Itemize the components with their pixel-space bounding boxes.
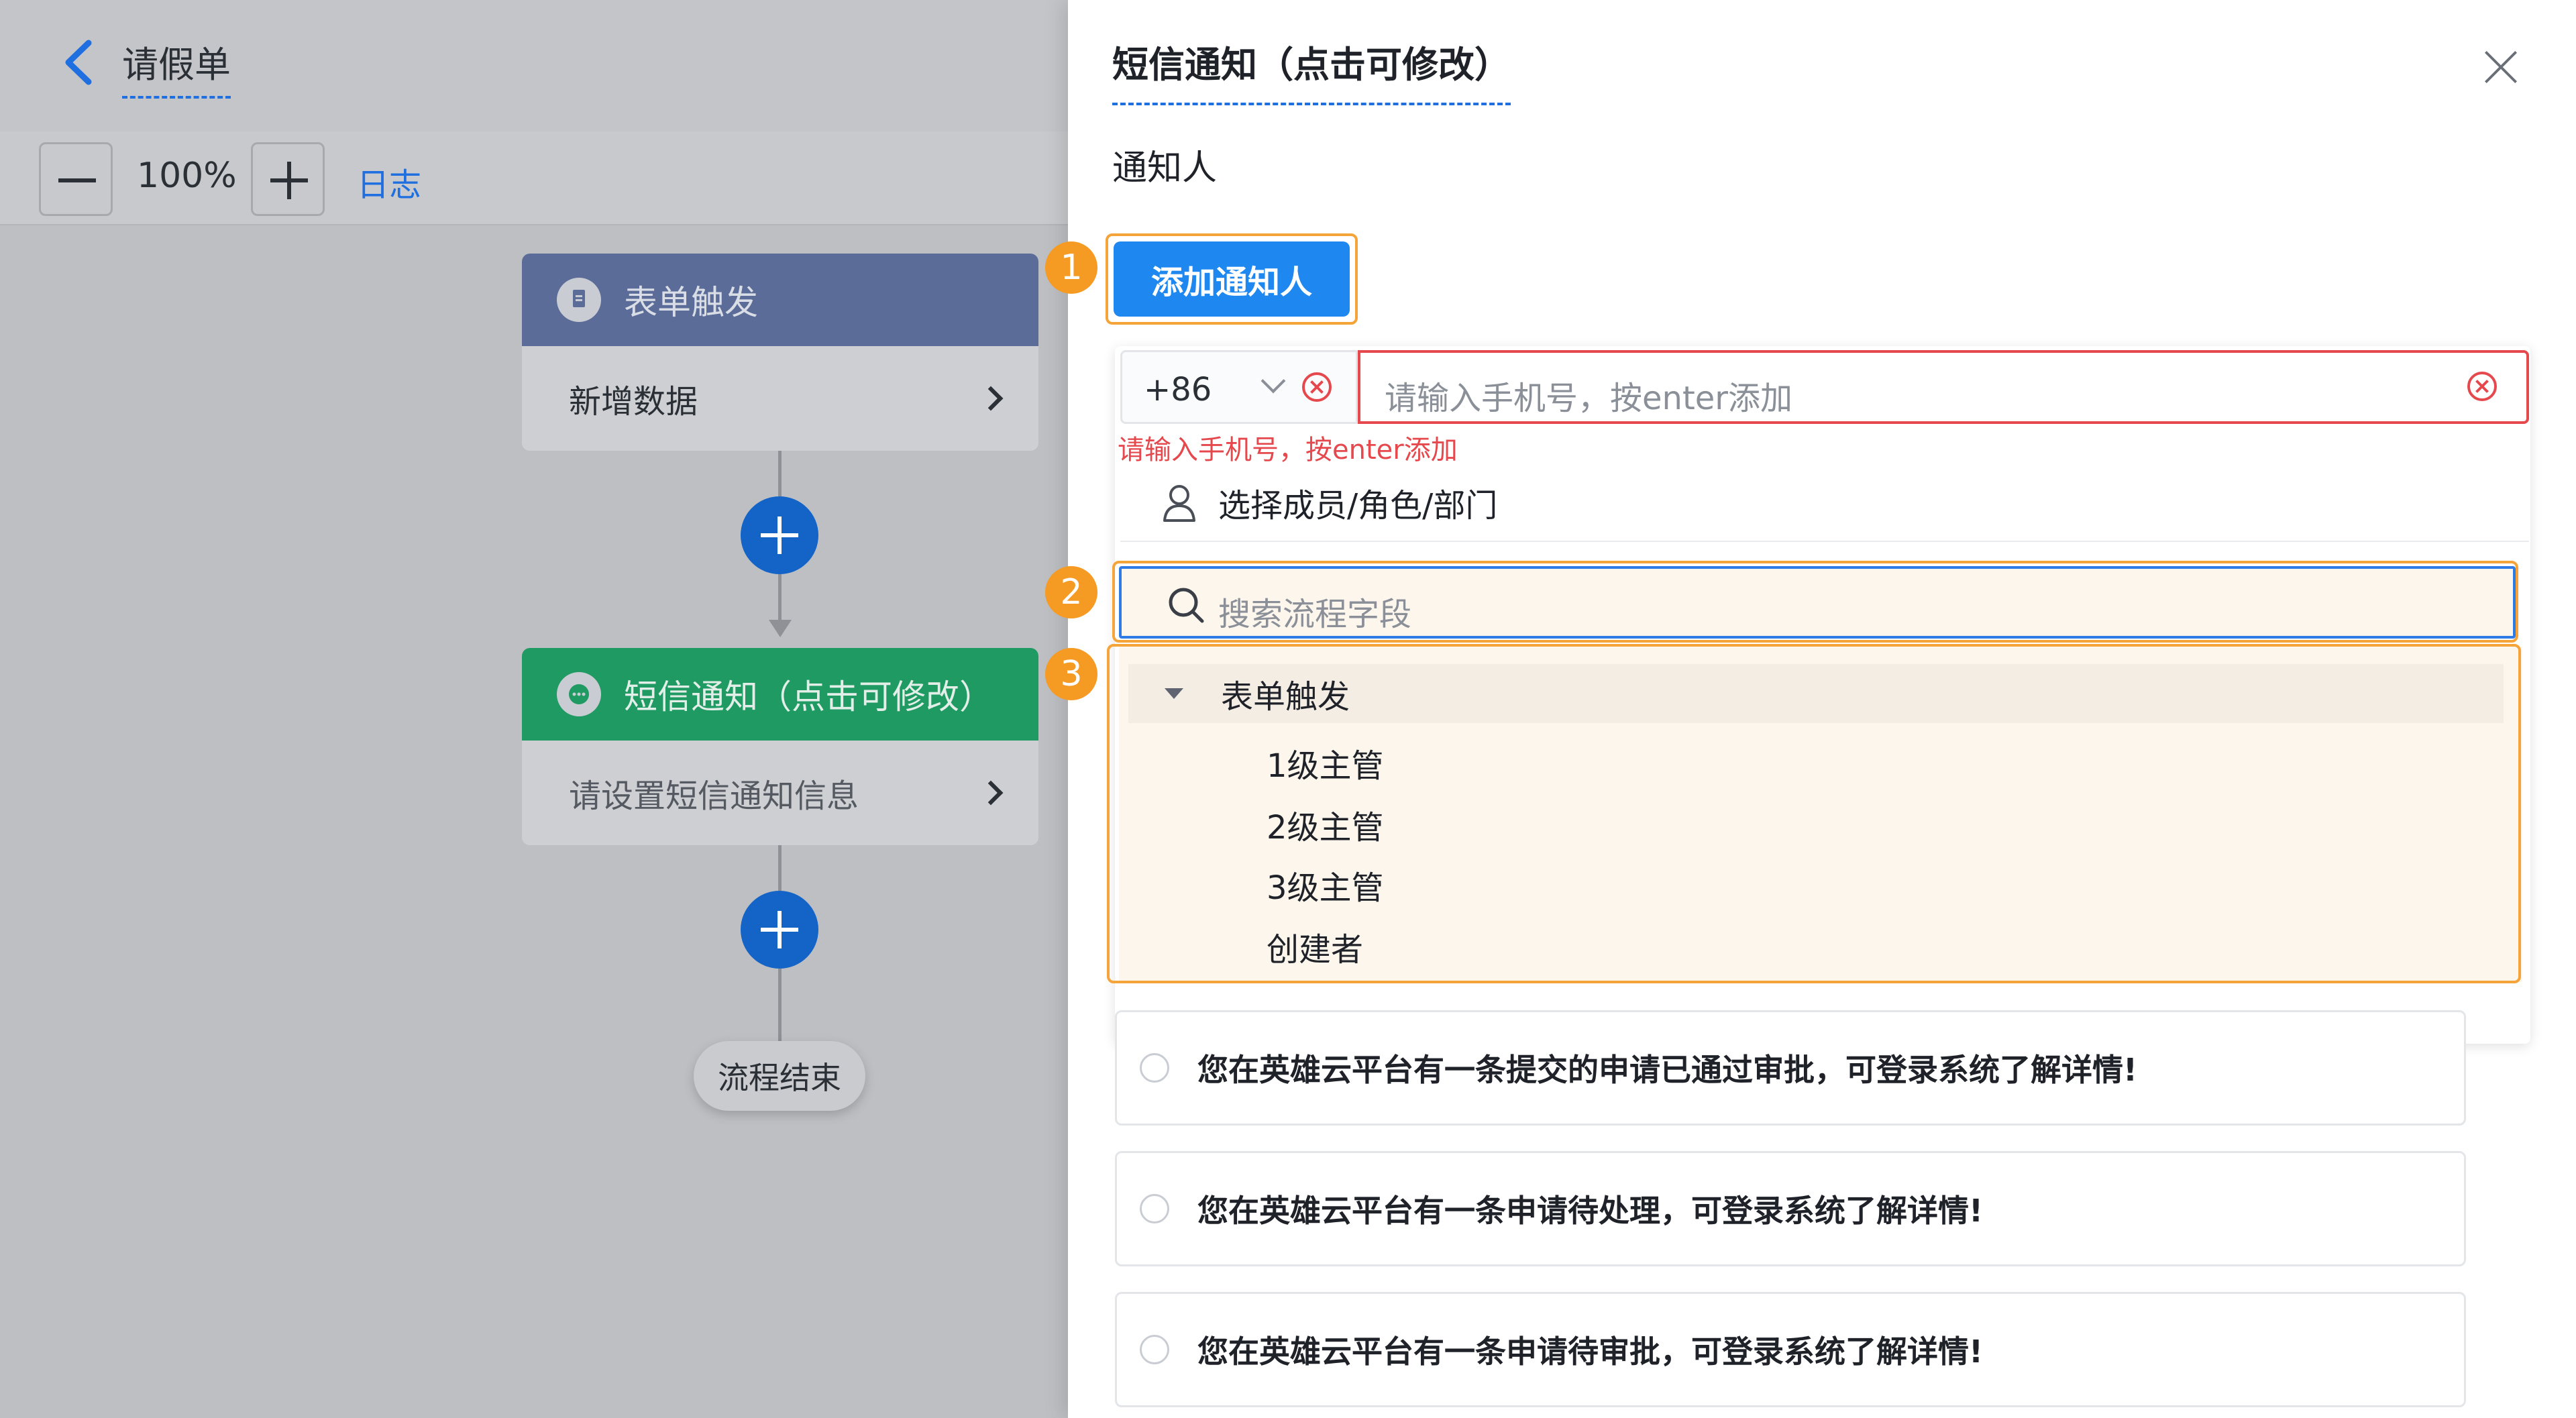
recipients-label: 通知人 bbox=[1112, 148, 1218, 188]
template-text: 您在英雄云平台有一条提交的申请已通过审批，可登录系统了解详情! bbox=[1197, 1052, 2137, 1088]
add-recipient-button[interactable]: 添加通知人 bbox=[1114, 241, 1350, 317]
select-member-label: 选择成员/角色/部门 bbox=[1218, 487, 1498, 525]
back-arrow-icon[interactable] bbox=[59, 39, 99, 86]
highlight-box-2 bbox=[1112, 561, 2518, 643]
radio-button[interactable] bbox=[1140, 1335, 1169, 1364]
sms-node[interactable]: 短信通知（点击可修改） 请设置短信通知信息 bbox=[522, 648, 1038, 845]
plus-icon-v bbox=[777, 911, 782, 948]
country-code-value: +86 bbox=[1144, 371, 1212, 408]
flow-end-node: 流程结束 bbox=[694, 1041, 865, 1111]
trigger-node-title: 表单触发 bbox=[624, 283, 758, 322]
trigger-node[interactable]: 表单触发 新增数据 bbox=[522, 254, 1038, 451]
callout-badge-2: 2 bbox=[1045, 566, 1097, 618]
clear-icon[interactable] bbox=[1302, 372, 1332, 402]
phone-input-row: +86 请输入手机号，按enter添加 bbox=[1120, 350, 2529, 424]
select-member-option[interactable]: 选择成员/角色/部门 bbox=[1159, 479, 1497, 526]
phone-number-input[interactable]: 请输入手机号，按enter添加 bbox=[1358, 350, 2529, 424]
sms-node-title: 短信通知（点击可修改） bbox=[624, 677, 993, 716]
zoom-level: 100% bbox=[137, 156, 237, 196]
divider bbox=[1120, 541, 2529, 542]
sms-settings-drawer: 短信通知（点击可修改） 通知人 添加通知人 1 +86 请输入手机号，按ente… bbox=[1045, 0, 2576, 1418]
plus-icon-v bbox=[777, 516, 782, 554]
radio-button[interactable] bbox=[1140, 1194, 1169, 1223]
minus-icon bbox=[58, 178, 96, 182]
template-option[interactable]: 您在英雄云平台有一条申请待审批，可登录系统了解详情! bbox=[1115, 1292, 2466, 1407]
add-node-button[interactable] bbox=[741, 891, 818, 969]
message-icon bbox=[557, 672, 601, 716]
trigger-node-body[interactable]: 新增数据 bbox=[522, 346, 1038, 451]
log-link[interactable]: 日志 bbox=[357, 158, 421, 205]
template-text: 您在英雄云平台有一条申请待审批，可登录系统了解详情! bbox=[1197, 1333, 1983, 1370]
template-text: 您在英雄云平台有一条申请待处理，可登录系统了解详情! bbox=[1197, 1193, 1983, 1229]
chevron-down-icon bbox=[1260, 368, 1286, 394]
template-option[interactable]: 您在英雄云平台有一条申请待处理，可登录系统了解详情! bbox=[1115, 1151, 2466, 1266]
trigger-node-label: 新增数据 bbox=[569, 383, 698, 421]
zoom-out-button[interactable] bbox=[39, 142, 113, 216]
zoom-in-button[interactable] bbox=[251, 142, 325, 216]
flow-canvas: 请假单 100% 日志 表单触发 新增数据 短信通知（点击可修改） 请设置短信通… bbox=[0, 0, 1068, 1418]
flow-arrow bbox=[769, 620, 792, 637]
add-node-button[interactable] bbox=[741, 496, 818, 574]
close-icon[interactable] bbox=[2483, 50, 2518, 85]
phone-input-placeholder: 请输入手机号，按enter添加 bbox=[1385, 380, 1793, 417]
trigger-node-header: 表单触发 bbox=[522, 254, 1038, 346]
callout-badge-3: 3 bbox=[1045, 648, 1097, 700]
sms-node-label: 请设置短信通知信息 bbox=[569, 777, 859, 815]
clear-icon[interactable] bbox=[2467, 372, 2497, 401]
document-icon bbox=[557, 278, 601, 322]
radio-button[interactable] bbox=[1140, 1053, 1169, 1083]
chevron-right-icon bbox=[978, 386, 1004, 411]
callout-badge-1: 1 bbox=[1045, 241, 1097, 294]
sms-node-header: 短信通知（点击可修改） bbox=[522, 648, 1038, 741]
highlight-box-3 bbox=[1107, 644, 2521, 983]
page-title[interactable]: 请假单 bbox=[122, 35, 231, 99]
chevron-right-icon bbox=[978, 780, 1004, 806]
sms-node-body[interactable]: 请设置短信通知信息 bbox=[522, 741, 1038, 845]
phone-error-message: 请输入手机号，按enter添加 bbox=[1118, 435, 1458, 466]
plus-icon-v bbox=[287, 162, 291, 199]
template-option[interactable]: 您在英雄云平台有一条提交的申请已通过审批，可登录系统了解详情! bbox=[1115, 1010, 2466, 1126]
user-icon bbox=[1163, 485, 1195, 522]
country-code-select[interactable]: +86 bbox=[1120, 350, 1358, 424]
drawer-title[interactable]: 短信通知（点击可修改） bbox=[1112, 35, 1511, 105]
